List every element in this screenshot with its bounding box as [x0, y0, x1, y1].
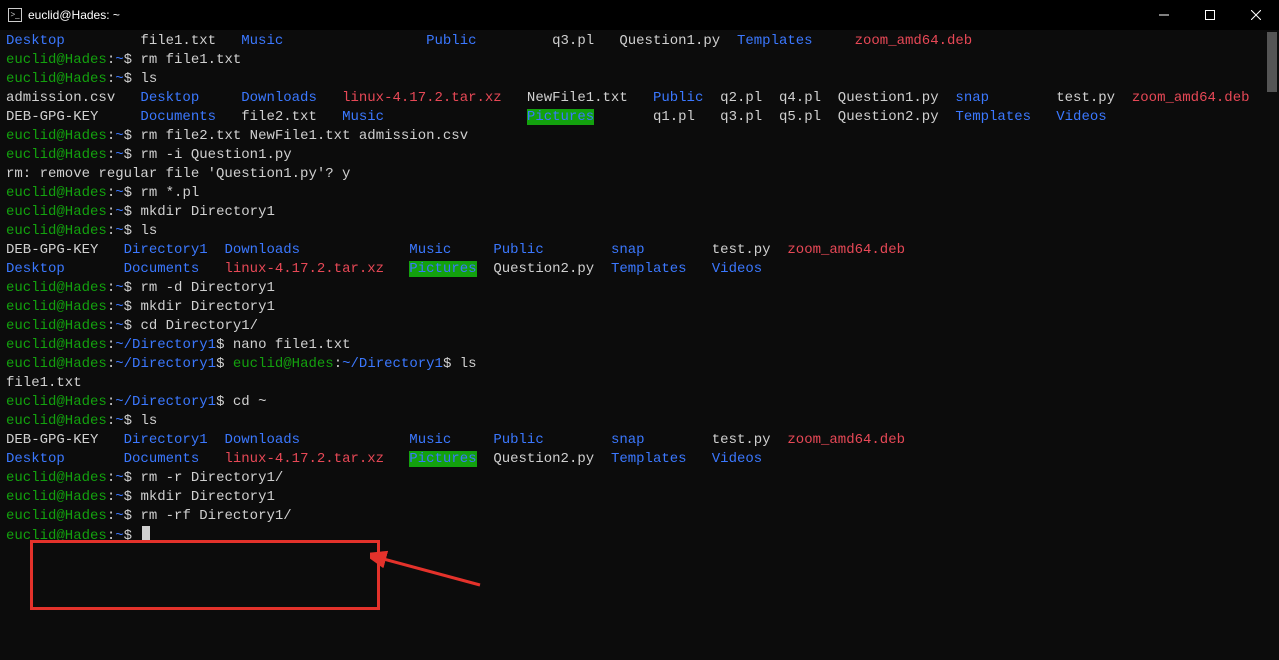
cursor — [142, 526, 150, 541]
ls-entry: Music — [409, 432, 493, 448]
ls-entry: test.py — [1056, 90, 1132, 106]
ls-entry: admission.csv — [6, 90, 140, 106]
ls-entry: Question2.py — [493, 451, 611, 467]
ls-entry: DEB-GPG-KEY — [6, 242, 124, 258]
prompt-line: euclid@Hades:~$ rm -rf Directory1/ — [6, 507, 1273, 526]
ls-entry: Templates — [611, 261, 712, 277]
ls-entry: test.py — [712, 432, 788, 448]
ls-entry: Desktop — [6, 451, 124, 467]
ls-entry: file2.txt — [241, 109, 342, 125]
terminal-icon: >_ — [8, 8, 22, 22]
ls-entry: zoom_amd64.deb — [787, 432, 905, 448]
ls-entry: q4.pl — [779, 90, 838, 106]
ls-entry: Downloads — [224, 432, 409, 448]
prompt-line: euclid@Hades:~/Directory1$ euclid@Hades:… — [6, 355, 1273, 374]
close-button[interactable] — [1233, 0, 1279, 30]
ls-entry: Public — [426, 33, 552, 49]
window-controls — [1141, 0, 1279, 30]
ls-entry: Pictures — [409, 451, 476, 467]
ls-entry: zoom_amd64.deb — [787, 242, 905, 258]
ls-row: Desktop Documents linux-4.17.2.tar.xz Pi… — [6, 260, 1273, 279]
prompt-line: euclid@Hades:~$ cd Directory1/ — [6, 317, 1273, 336]
ls-entry: Downloads — [241, 90, 342, 106]
ls-entry: snap — [955, 90, 1056, 106]
prompt-line: euclid@Hades:~$ ls — [6, 412, 1273, 431]
prompt-line: euclid@Hades:~$ rm *.pl — [6, 184, 1273, 203]
prompt-line: euclid@Hades:~/Directory1$ cd ~ — [6, 393, 1273, 412]
ls-entry: q3.pl — [720, 109, 779, 125]
ls-row: Desktop Documents linux-4.17.2.tar.xz Pi… — [6, 450, 1273, 469]
ls-row: DEB-GPG-KEY Documents file2.txt Music Pi… — [6, 108, 1273, 127]
ls-entry: Downloads — [224, 242, 409, 258]
ls-entry: Templates — [611, 451, 712, 467]
ls-entry: Desktop — [6, 261, 124, 277]
ls-entry: Question2.py — [838, 109, 956, 125]
ls-entry: test.py — [712, 242, 788, 258]
ls-entry: Question2.py — [493, 261, 611, 277]
window-title: euclid@Hades: ~ — [28, 8, 120, 22]
ls-entry: DEB-GPG-KEY — [6, 432, 124, 448]
minimize-button[interactable] — [1141, 0, 1187, 30]
ls-entry: snap — [611, 242, 712, 258]
prompt-line: euclid@Hades:~$ rm -d Directory1 — [6, 279, 1273, 298]
ls-entry: Documents — [124, 451, 225, 467]
output-line: file1.txt — [6, 374, 1273, 393]
ls-entry: Music — [409, 242, 493, 258]
ls-entry: linux-4.17.2.tar.xz — [224, 261, 409, 277]
ls-entry: Documents — [140, 109, 241, 125]
ls-entry: Directory1 — [124, 432, 225, 448]
prompt-line: euclid@Hades:~$ rm -i Question1.py — [6, 146, 1273, 165]
ls-row: admission.csv Desktop Downloads linux-4.… — [6, 89, 1273, 108]
scrollbar-thumb[interactable] — [1267, 32, 1277, 92]
ls-row: DEB-GPG-KEY Directory1 Downloads Music P… — [6, 431, 1273, 450]
ls-entry: linux-4.17.2.tar.xz — [224, 451, 409, 467]
ls-entry: Question1.py — [838, 90, 956, 106]
ls-entry: Documents — [124, 261, 225, 277]
ls-entry: Desktop — [6, 33, 140, 49]
ls-entry: DEB-GPG-KEY — [6, 109, 140, 125]
ls-entry: file1.txt — [140, 33, 241, 49]
terminal-area[interactable]: Desktop file1.txt Music Public q3.pl Que… — [0, 30, 1279, 660]
ls-entry: q3.pl — [552, 33, 619, 49]
prompt-line: euclid@Hades:~$ mkdir Directory1 — [6, 298, 1273, 317]
window-titlebar: >_ euclid@Hades: ~ — [0, 0, 1279, 30]
ls-entry: q2.pl — [720, 90, 779, 106]
ls-entry: Desktop — [140, 90, 241, 106]
ls-entry: linux-4.17.2.tar.xz — [342, 90, 527, 106]
ls-entry: q1.pl — [653, 109, 720, 125]
ls-entry: Public — [493, 242, 611, 258]
prompt-line: euclid@Hades:~$ — [6, 526, 1273, 546]
ls-entry: Videos — [1056, 109, 1106, 125]
ls-entry: NewFile1.txt — [527, 90, 653, 106]
ls-entry: q5.pl — [779, 109, 838, 125]
ls-entry: Question1.py — [619, 33, 737, 49]
prompt-line: euclid@Hades:~$ ls — [6, 222, 1273, 241]
ls-entry: Public — [493, 432, 611, 448]
prompt-line: euclid@Hades:~$ mkdir Directory1 — [6, 488, 1273, 507]
ls-row: DEB-GPG-KEY Directory1 Downloads Music P… — [6, 241, 1273, 260]
ls-entry: Music — [342, 109, 527, 125]
ls-entry: Pictures — [527, 109, 594, 125]
prompt-line: euclid@Hades:~$ rm -r Directory1/ — [6, 469, 1273, 488]
ls-entry: Templates — [955, 109, 1056, 125]
ls-entry: Music — [241, 33, 426, 49]
prompt-line: euclid@Hades:~$ ls — [6, 70, 1273, 89]
prompt-line: euclid@Hades:~$ rm file2.txt NewFile1.tx… — [6, 127, 1273, 146]
prompt-line: euclid@Hades:~$ rm file1.txt — [6, 51, 1273, 70]
ls-entry: Directory1 — [124, 242, 225, 258]
prompt-line: euclid@Hades:~/Directory1$ nano file1.tx… — [6, 336, 1273, 355]
ls-entry: Videos — [712, 451, 762, 467]
ls-entry: Pictures — [409, 261, 476, 277]
ls-entry: zoom_amd64.deb — [855, 33, 973, 49]
ls-row: Desktop file1.txt Music Public q3.pl Que… — [6, 32, 1273, 51]
output-line: rm: remove regular file 'Question1.py'? … — [6, 165, 1273, 184]
ls-entry: snap — [611, 432, 712, 448]
prompt-line: euclid@Hades:~$ mkdir Directory1 — [6, 203, 1273, 222]
ls-entry: Templates — [737, 33, 855, 49]
ls-entry: Videos — [712, 261, 762, 277]
maximize-button[interactable] — [1187, 0, 1233, 30]
ls-entry: Public — [653, 90, 720, 106]
ls-entry: zoom_amd64.deb — [1132, 90, 1250, 106]
